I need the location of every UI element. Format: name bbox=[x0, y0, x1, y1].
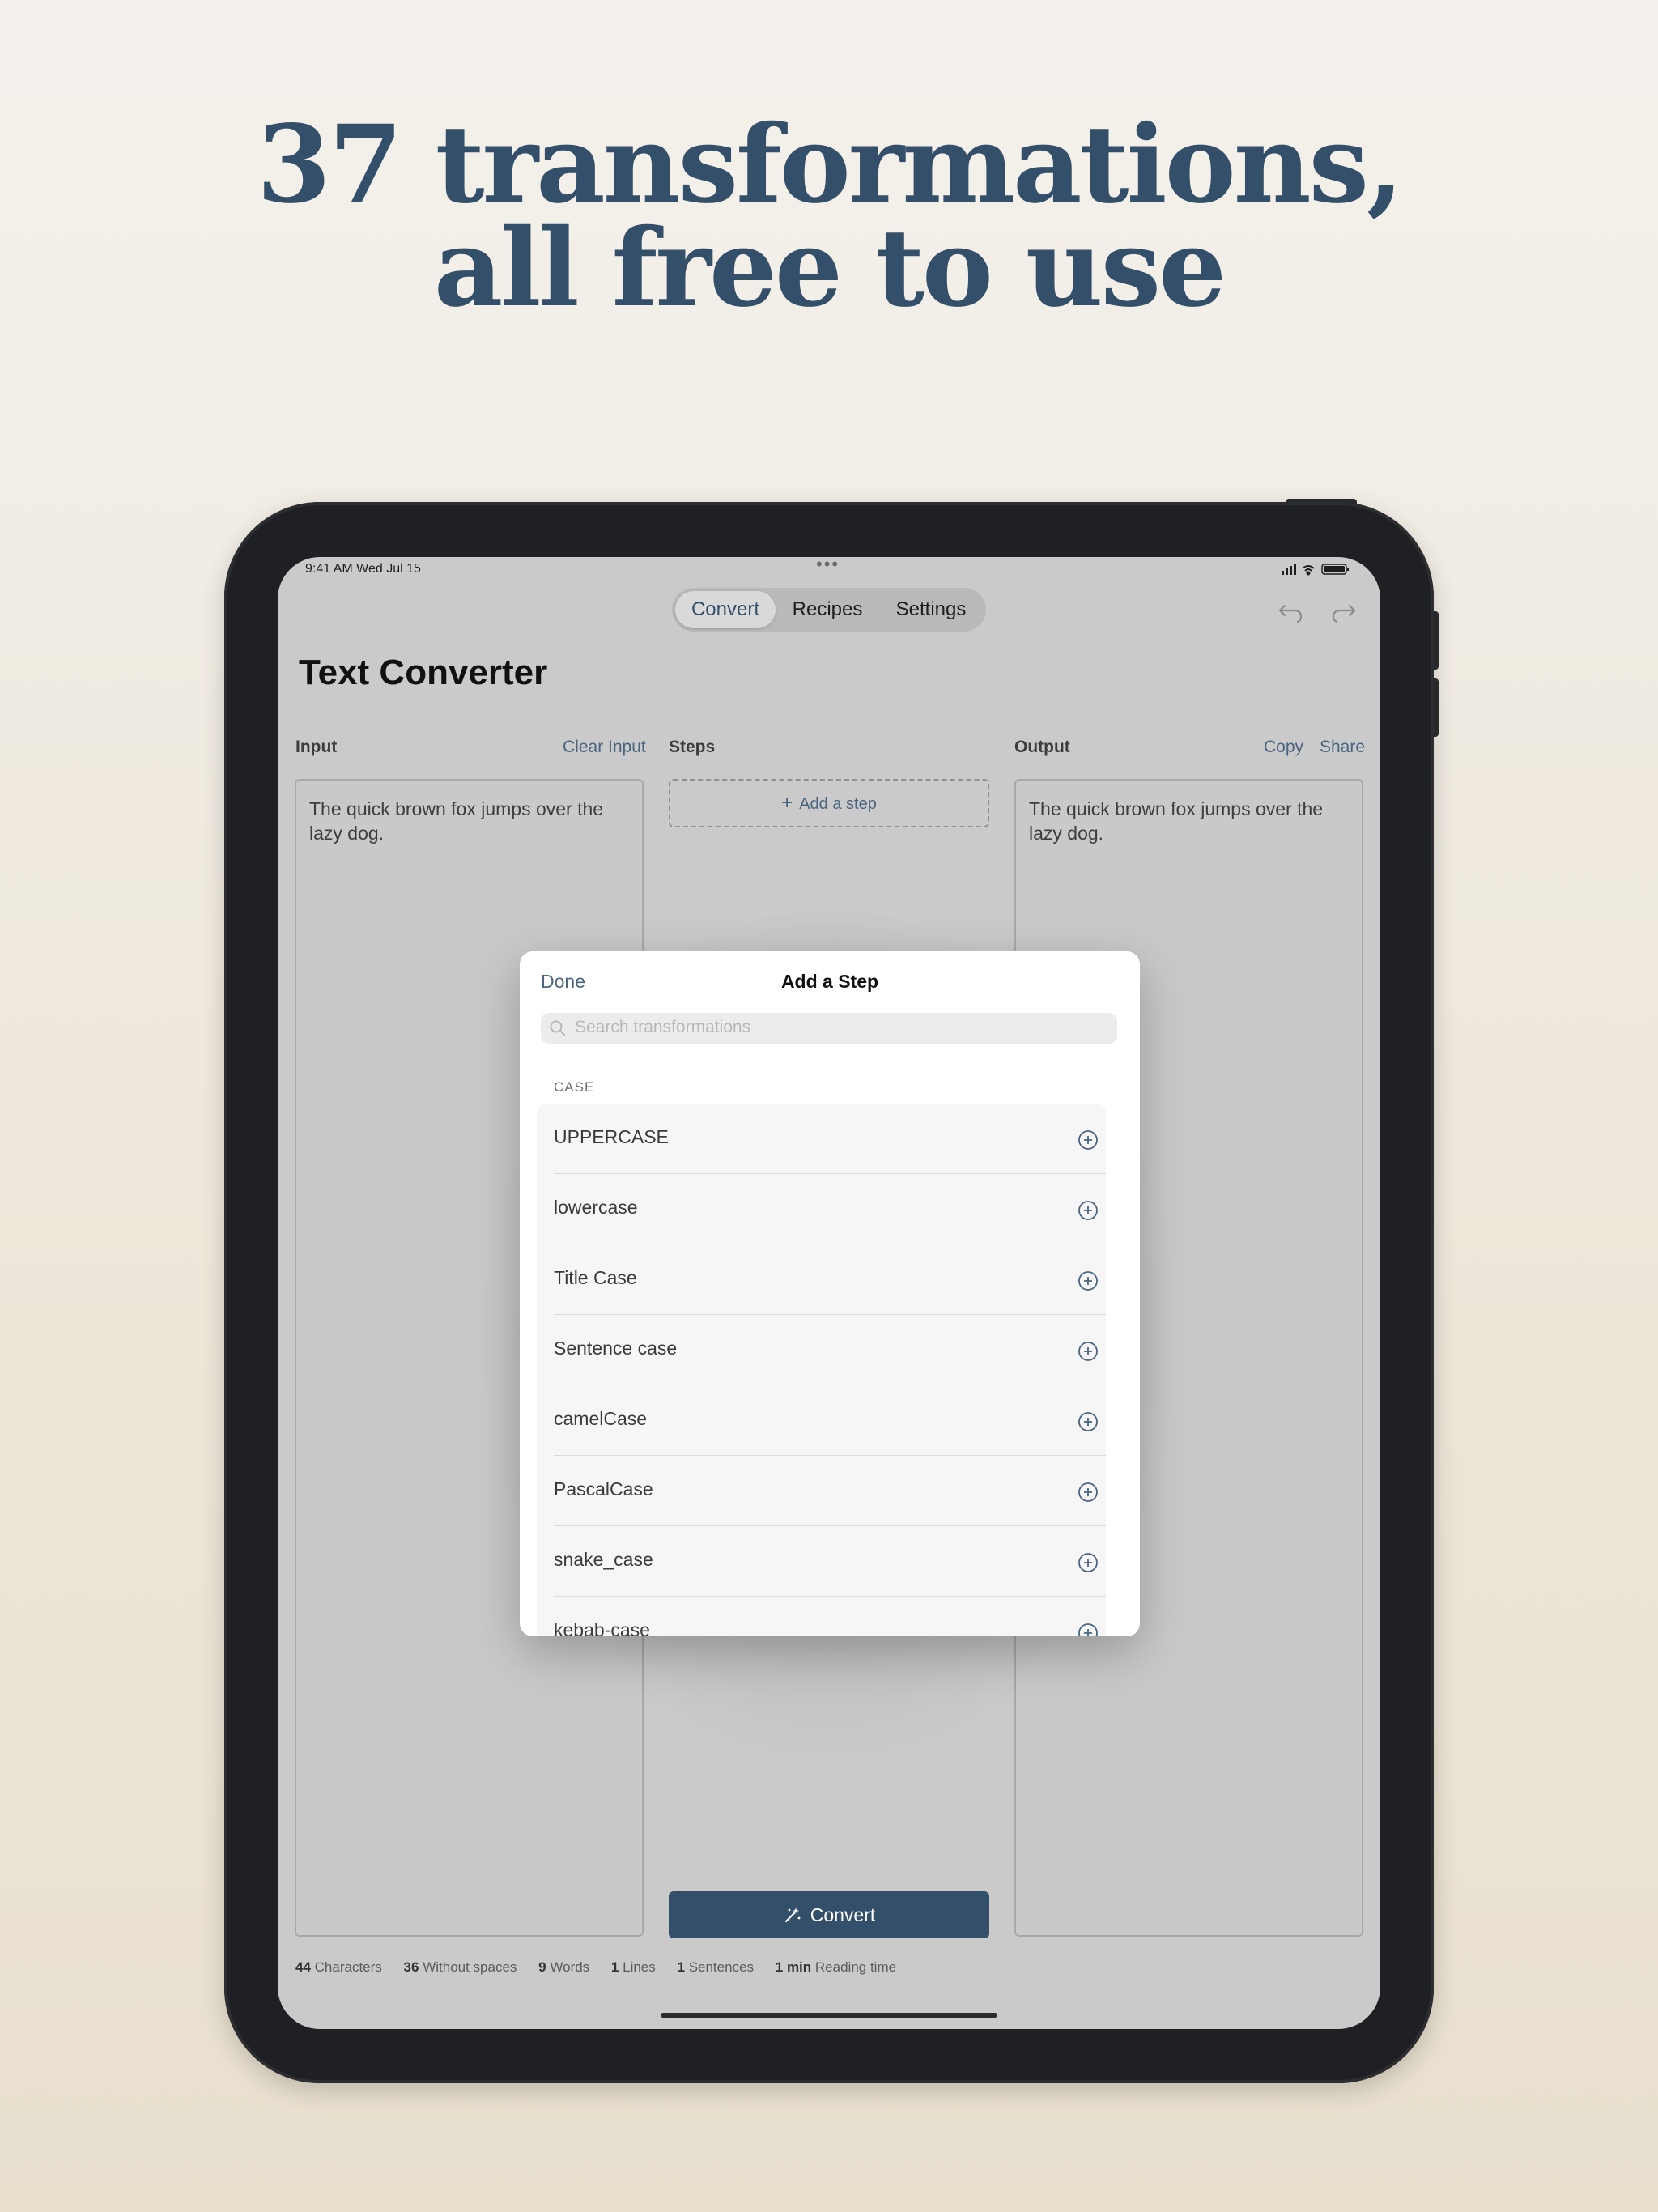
headline-line-1: 37 transformations, bbox=[257, 102, 1404, 228]
plus-circle-icon[interactable] bbox=[1078, 1411, 1099, 1432]
share-button[interactable]: Share bbox=[1320, 738, 1365, 757]
multitask-dots-icon[interactable]: ••• bbox=[816, 557, 840, 575]
output-text: The quick brown fox jumps over the lazy … bbox=[1029, 798, 1324, 844]
list-item[interactable]: snake_case bbox=[537, 1526, 1106, 1597]
plus-circle-icon[interactable] bbox=[1078, 1200, 1099, 1221]
battery-icon bbox=[1321, 564, 1349, 575]
clear-input-button[interactable]: Clear Input bbox=[563, 738, 646, 757]
stat-without-spaces: 36 Without spaces bbox=[403, 1959, 517, 1975]
copy-button[interactable]: Copy bbox=[1264, 738, 1303, 757]
plus-circle-icon[interactable] bbox=[1078, 1482, 1099, 1503]
list-item[interactable]: PascalCase bbox=[537, 1456, 1106, 1526]
plus-circle-icon[interactable] bbox=[1078, 1341, 1099, 1362]
text-stats: 44 Characters 36 Without spaces 9 Words … bbox=[295, 1959, 914, 1976]
output-label: Output bbox=[1014, 738, 1070, 756]
undo-icon[interactable] bbox=[1277, 596, 1306, 625]
tab-settings[interactable]: Settings bbox=[879, 591, 983, 628]
plus-circle-icon[interactable] bbox=[1078, 1552, 1099, 1573]
plus-circle-icon[interactable] bbox=[1078, 1623, 1099, 1636]
stat-characters: 44 Characters bbox=[295, 1959, 382, 1975]
page-title: Text Converter bbox=[299, 653, 548, 692]
add-step-label: Add a step bbox=[799, 795, 877, 813]
search-icon bbox=[550, 1020, 565, 1036]
magic-wand-icon bbox=[784, 1908, 801, 1923]
search-placeholder: Search transformations bbox=[575, 1018, 751, 1036]
stat-words: 9 Words bbox=[538, 1959, 590, 1975]
wifi-icon bbox=[1302, 565, 1315, 576]
tab-convert[interactable]: Convert bbox=[675, 591, 776, 628]
list-item[interactable]: kebab-case bbox=[537, 1597, 1106, 1636]
headline-line-2: all free to use bbox=[433, 206, 1226, 331]
plus-icon: + bbox=[781, 792, 793, 814]
status-icons bbox=[1282, 564, 1349, 576]
convert-label: Convert bbox=[810, 1904, 876, 1925]
add-step-modal: Add a Step Done Search transformations C… bbox=[520, 951, 1140, 1636]
input-label: Input bbox=[295, 738, 338, 756]
input-text: The quick brown fox jumps over the lazy … bbox=[309, 798, 604, 844]
tablet-screen: 9:41 AM Wed Jul 15 ••• Convert Recipes S… bbox=[278, 557, 1380, 2029]
steps-label: Steps bbox=[669, 738, 716, 756]
redo-icon[interactable] bbox=[1329, 596, 1358, 625]
list-item[interactable]: Sentence case bbox=[537, 1315, 1106, 1385]
section-header-case: CASE bbox=[554, 1079, 595, 1095]
tab-switcher: Convert Recipes Settings bbox=[672, 588, 986, 632]
modal-title: Add a Step bbox=[780, 971, 879, 992]
list-item[interactable]: Title Case bbox=[537, 1244, 1106, 1315]
tab-recipes[interactable]: Recipes bbox=[779, 591, 876, 628]
headline: 37 transformations, all free to use bbox=[0, 102, 1658, 331]
signal-icon bbox=[1282, 564, 1296, 575]
list-item[interactable]: camelCase bbox=[537, 1385, 1106, 1456]
done-button[interactable]: Done bbox=[541, 971, 585, 993]
search-input[interactable]: Search transformations bbox=[541, 1013, 1117, 1044]
transformation-list: UPPERCASE lowercase Title Case Sentence … bbox=[537, 1104, 1106, 1636]
stat-reading-time: 1 min Reading time bbox=[775, 1959, 897, 1975]
status-time: 9:41 AM Wed Jul 15 bbox=[305, 562, 421, 576]
convert-button[interactable]: Convert bbox=[669, 1891, 989, 1938]
add-step-button[interactable]: + Add a step bbox=[669, 779, 989, 827]
stat-lines: 1 Lines bbox=[610, 1959, 656, 1975]
plus-circle-icon[interactable] bbox=[1078, 1129, 1099, 1151]
stat-sentences: 1 Sentences bbox=[677, 1959, 755, 1975]
home-indicator[interactable] bbox=[661, 2013, 997, 2018]
plus-circle-icon[interactable] bbox=[1078, 1270, 1099, 1291]
list-item[interactable]: UPPERCASE bbox=[537, 1104, 1106, 1174]
list-item[interactable]: lowercase bbox=[537, 1174, 1106, 1244]
